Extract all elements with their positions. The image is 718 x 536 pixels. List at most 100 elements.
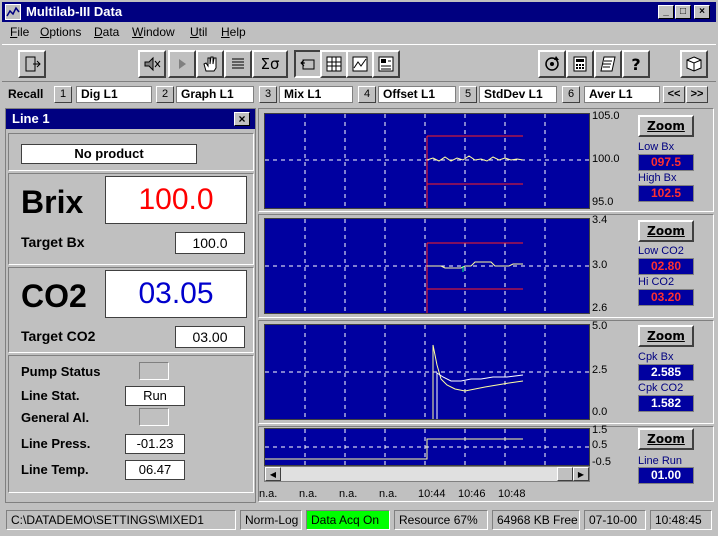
app-icon[interactable] xyxy=(5,4,21,20)
recall-slot-5[interactable]: StdDev L1 xyxy=(479,86,557,103)
menu-window[interactable]: Window xyxy=(132,25,175,39)
scroll-thumb[interactable] xyxy=(557,467,573,481)
brix-plot xyxy=(264,113,590,209)
pump-status-label: Pump Status xyxy=(21,364,101,379)
recall-label: Recall xyxy=(8,87,44,101)
recall-key-6[interactable]: 6 xyxy=(562,86,580,103)
status-bar: C:\DATADEMO\SETTINGS\MIXED1 Norm-Log Dat… xyxy=(2,506,716,534)
scroll-right-button[interactable]: ▶ xyxy=(573,467,589,481)
cpk-plot xyxy=(264,324,590,420)
line-run-value: 01.00 xyxy=(638,467,694,484)
menu-file[interactable]: File xyxy=(10,25,29,39)
graph-icon[interactable] xyxy=(346,50,374,78)
co2-plot-svg xyxy=(265,219,589,313)
mute-icon[interactable] xyxy=(138,50,166,78)
exit-icon[interactable] xyxy=(18,50,46,78)
menu-help[interactable]: Help xyxy=(221,25,246,39)
status-resource: Resource 67% xyxy=(394,510,488,530)
cpk-y-mid: 2.5 xyxy=(592,364,608,376)
high-bx-label: High Bx xyxy=(638,172,677,184)
run-y-top: 1.5 xyxy=(592,424,608,436)
table-icon[interactable] xyxy=(320,50,348,78)
co2-zoom-button[interactable]: Zoom xyxy=(638,220,694,242)
brix-plot-svg xyxy=(265,114,589,208)
high-bx-value: 102.5 xyxy=(638,185,694,202)
panel-close-icon[interactable]: × xyxy=(234,112,250,126)
low-co2-value: 02.80 xyxy=(638,258,694,275)
recall-key-4[interactable]: 4 xyxy=(358,86,376,103)
line-temp-value: 06.47 xyxy=(125,460,185,480)
status-time: 10:48:45 xyxy=(650,510,712,530)
title-bar: Multilab-III Data _ □ × xyxy=(2,2,716,22)
co2-y-bot: 2.6 xyxy=(592,302,608,314)
recall-key-3[interactable]: 3 xyxy=(259,86,277,103)
product-field: No product xyxy=(21,144,197,164)
cpk-bx-label: Cpk Bx xyxy=(638,351,674,363)
close-button[interactable]: × xyxy=(694,5,710,19)
refresh-icon[interactable] xyxy=(538,50,566,78)
recall-key-5[interactable]: 5 xyxy=(459,86,477,103)
recall-next-button[interactable]: >> xyxy=(686,86,708,103)
general-al-label: General Al. xyxy=(21,410,90,425)
recall-key-2[interactable]: 2 xyxy=(156,86,174,103)
play-icon[interactable] xyxy=(168,50,196,78)
status-memory: 64968 KB Free xyxy=(492,510,580,530)
hand-icon[interactable] xyxy=(196,50,224,78)
status-acq: Data Acq On xyxy=(306,510,390,530)
calculator-icon[interactable] xyxy=(566,50,594,78)
cpk-zoom-button[interactable]: Zoom xyxy=(638,325,694,347)
brix-zoom-button[interactable]: Zoom xyxy=(638,115,694,137)
chart-scrollbar[interactable]: ◀ ▶ xyxy=(264,466,590,482)
co2-y-top: 3.4 xyxy=(592,214,608,226)
recall-slot-6[interactable]: Aver L1 xyxy=(584,86,660,103)
menu-util[interactable]: Util xyxy=(190,25,207,39)
recall-slot-1[interactable]: Dig L1 xyxy=(76,86,152,103)
cpk-co2-label: Cpk CO2 xyxy=(638,382,684,394)
report-icon[interactable] xyxy=(372,50,400,78)
status-group: Pump Status Line Stat. Run General Al. L… xyxy=(8,355,254,493)
scroll-left-button[interactable]: ◀ xyxy=(265,467,281,481)
recall-slot-4[interactable]: Offset L1 xyxy=(378,86,456,103)
co2-label: CO2 xyxy=(21,278,87,314)
brix-value: 100.0 xyxy=(105,176,247,224)
line-stat-label: Line Stat. xyxy=(21,388,80,403)
pump-status-indicator xyxy=(139,362,169,380)
menu-bar: File Options Data Window Util Help xyxy=(2,22,716,42)
cpk-plot-svg xyxy=(265,325,589,419)
cpk-y-bot: 0.0 xyxy=(592,406,608,418)
line-panel-header: Line 1 × xyxy=(6,109,255,129)
low-bx-value: 097.5 xyxy=(638,154,694,171)
maximize-button[interactable]: □ xyxy=(675,5,691,19)
hi-co2-value: 03.20 xyxy=(638,289,694,306)
list-icon[interactable] xyxy=(224,50,252,78)
product-group: No product xyxy=(8,133,254,171)
cpk-bx-value: 2.585 xyxy=(638,364,694,381)
notes-icon[interactable] xyxy=(594,50,622,78)
run-plot xyxy=(264,428,590,466)
x-tick-2: n.a. xyxy=(299,488,318,500)
target-co2-value: 03.00 xyxy=(175,326,245,348)
run-zoom-button[interactable]: Zoom xyxy=(638,428,694,450)
recall-key-1[interactable]: 1 xyxy=(54,86,72,103)
package-icon[interactable] xyxy=(680,50,708,78)
recall-slot-3[interactable]: Mix L1 xyxy=(279,86,353,103)
help-button[interactable]: ? xyxy=(622,50,650,78)
co2-value: 03.05 xyxy=(105,270,247,318)
menu-data[interactable]: Data xyxy=(94,25,119,39)
recall-slot-2[interactable]: Graph L1 xyxy=(176,86,254,103)
run-y-mid: 0.5 xyxy=(592,439,608,451)
recall-prev-button[interactable]: << xyxy=(663,86,685,103)
recall-bar: Recall 1 Dig L1 2 Graph L1 3 Mix L1 4 Of… xyxy=(2,84,716,106)
low-bx-label: Low Bx xyxy=(638,141,675,153)
target-bx-label: Target Bx xyxy=(21,234,85,250)
line-panel-title: Line 1 xyxy=(12,111,50,126)
window-title: Multilab-III Data xyxy=(26,4,123,19)
recall-icon[interactable] xyxy=(294,50,322,78)
menu-options[interactable]: Options xyxy=(40,25,81,39)
statistics-button[interactable]: Σσ xyxy=(252,50,288,78)
x-tick-6: 10:46 xyxy=(458,488,486,500)
line-press-value: -01.23 xyxy=(125,434,185,454)
brix-label: Brix xyxy=(21,184,84,220)
general-al-indicator xyxy=(139,408,169,426)
minimize-button[interactable]: _ xyxy=(658,5,674,19)
